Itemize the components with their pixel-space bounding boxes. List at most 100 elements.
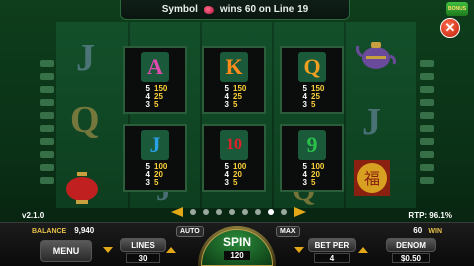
- close-button[interactable]: ✕: [440, 18, 460, 38]
- line-marker[interactable]: [420, 151, 434, 158]
- pay-value: 5: [154, 178, 159, 187]
- line-marker[interactable]: [420, 86, 434, 93]
- line-marker[interactable]: [420, 73, 434, 80]
- line-marker[interactable]: [420, 138, 434, 145]
- pay-count: 3: [224, 178, 229, 187]
- balance-value: 9,940: [74, 226, 95, 235]
- line-marker[interactable]: [40, 177, 54, 184]
- pay-rows: 5 100 4 20 3 5: [215, 163, 253, 187]
- page-dot[interactable]: [280, 209, 287, 215]
- lines-button[interactable]: LINES: [120, 238, 166, 252]
- lines-increase-button[interactable]: [166, 247, 176, 253]
- page-dots: [189, 209, 287, 215]
- arrow-down-icon: [103, 247, 113, 253]
- pay-count: 3: [302, 100, 307, 109]
- reel-symbol-q: Q: [70, 99, 100, 141]
- paytable-symbol: Q: [298, 52, 326, 82]
- arrow-up-icon: [166, 247, 176, 253]
- denom-button[interactable]: DENOM: [386, 238, 436, 252]
- line-marker[interactable]: [420, 177, 434, 184]
- pay-row: 35: [215, 101, 253, 109]
- svg-text:福: 福: [364, 169, 380, 188]
- pay-count: 3: [302, 178, 307, 187]
- lines-label: LINES: [131, 240, 155, 250]
- lantern-icon: [62, 172, 102, 206]
- menu-button[interactable]: MENU: [40, 240, 92, 262]
- pay-rows: 5 150 4 25 3 5: [136, 85, 174, 109]
- gem-icon: [203, 5, 214, 14]
- paytable-card: 9 5 100 4 20 3 5: [280, 124, 344, 192]
- paytable-card: J 5 100 4 20 3 5: [123, 124, 187, 192]
- paytable-card: 10 5 100 4 20 3 5: [202, 124, 266, 192]
- page-dot[interactable]: [254, 209, 261, 215]
- denom-label: DENOM: [396, 240, 426, 250]
- paytable-symbol: 9: [298, 130, 326, 160]
- line-markers-right: [420, 60, 436, 184]
- arrow-down-icon: [294, 247, 304, 253]
- paytable-symbol: J: [141, 130, 169, 160]
- next-page-arrow-icon[interactable]: [293, 207, 306, 217]
- line-marker[interactable]: [40, 151, 54, 158]
- page-dot[interactable]: [215, 209, 222, 215]
- line-marker[interactable]: [420, 125, 434, 132]
- version-label: v2.1.0: [22, 211, 45, 220]
- banner-message: wins 60 on Line 19: [219, 4, 309, 15]
- line-markers-left: [40, 60, 56, 184]
- line-marker[interactable]: [40, 125, 54, 132]
- line-marker[interactable]: [420, 60, 434, 67]
- line-marker[interactable]: [420, 112, 434, 119]
- prev-page-arrow-icon[interactable]: [170, 207, 183, 217]
- total-bet-value: 120: [224, 251, 250, 260]
- line-marker[interactable]: [40, 112, 54, 119]
- reel-symbol-j: J: [362, 101, 381, 143]
- win-label: WIN: [428, 228, 442, 235]
- line-marker[interactable]: [420, 164, 434, 171]
- bet-per-button[interactable]: BET PER: [308, 238, 356, 252]
- pay-row: 35: [215, 179, 253, 187]
- arrow-up-icon: [358, 247, 368, 253]
- bet-increase-button[interactable]: [358, 247, 368, 253]
- page-dot[interactable]: [267, 209, 274, 215]
- auto-button[interactable]: AUTO: [176, 226, 204, 237]
- reel-divider: [344, 22, 346, 208]
- win-banner: Symbol wins 60 on Line 19: [120, 0, 350, 20]
- bet-decrease-button[interactable]: [294, 247, 304, 253]
- pay-count: 3: [224, 100, 229, 109]
- paytable-symbol: K: [220, 52, 248, 82]
- close-icon: ✕: [444, 20, 456, 35]
- gold-coin-icon: 福: [352, 158, 392, 198]
- menu-label: MENU: [52, 246, 80, 256]
- pay-rows: 5 100 4 20 3 5: [136, 163, 174, 187]
- auto-label: AUTO: [180, 228, 200, 235]
- rtp-label: RTP: 96.1%: [408, 211, 452, 220]
- line-marker[interactable]: [40, 138, 54, 145]
- paytable-card: Q 5 150 4 25 3 5: [280, 46, 344, 114]
- pay-value: 5: [233, 178, 238, 187]
- max-bet-button[interactable]: MAX: [276, 226, 300, 237]
- page-dot[interactable]: [189, 209, 196, 215]
- pay-rows: 5 150 4 25 3 5: [215, 85, 253, 109]
- balance-label: BALANCE: [32, 228, 67, 235]
- line-marker[interactable]: [40, 164, 54, 171]
- line-marker[interactable]: [40, 86, 54, 93]
- line-marker[interactable]: [40, 73, 54, 80]
- pay-value: 5: [154, 100, 159, 109]
- bet-per-value: 4: [314, 253, 350, 263]
- spin-button[interactable]: SPIN 120: [201, 229, 273, 266]
- line-marker[interactable]: [40, 60, 54, 67]
- win-display: 60 WIN: [413, 226, 442, 235]
- pay-value: 5: [311, 178, 316, 187]
- page-dot[interactable]: [241, 209, 248, 215]
- lines-decrease-button[interactable]: [103, 247, 113, 253]
- paytable-symbol: A: [141, 52, 169, 82]
- page-dot[interactable]: [228, 209, 235, 215]
- pay-value: 5: [233, 100, 238, 109]
- teapot-icon: [356, 36, 396, 72]
- page-dot[interactable]: [202, 209, 209, 215]
- line-marker[interactable]: [420, 99, 434, 106]
- reel-symbol-j: J: [76, 37, 95, 79]
- lines-value: 30: [126, 253, 160, 263]
- denom-value: $0.50: [392, 253, 430, 263]
- reel-divider: [272, 22, 274, 208]
- line-marker[interactable]: [40, 99, 54, 106]
